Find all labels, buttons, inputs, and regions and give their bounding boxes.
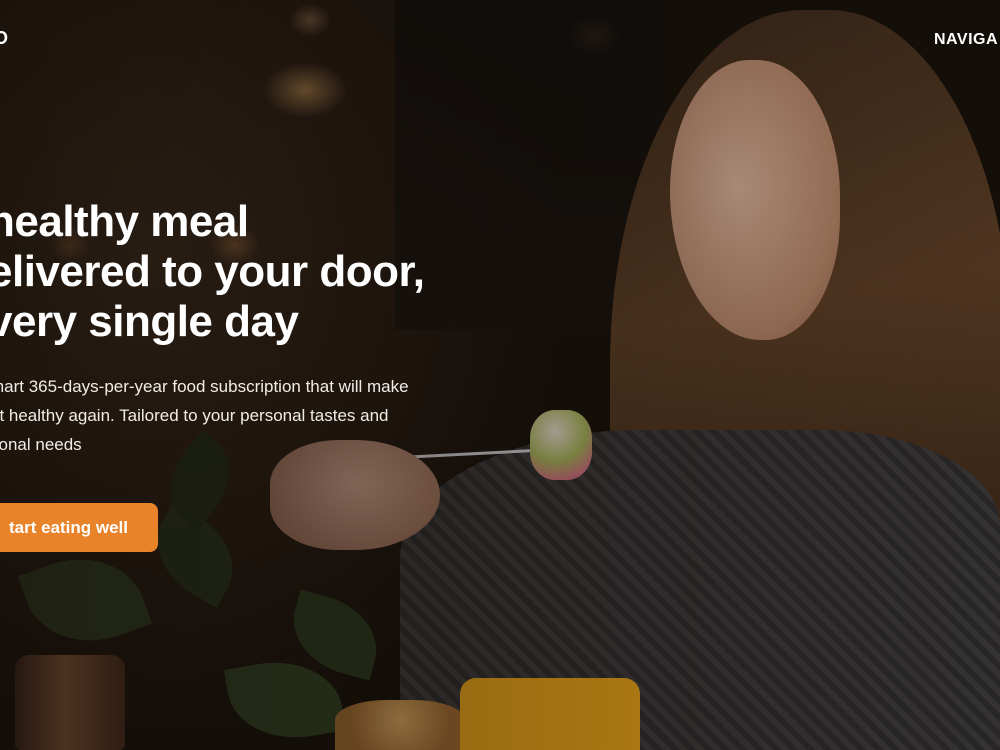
description-line: tional needs <box>0 435 82 454</box>
hero-headline: healthy meal elivered to your door, very… <box>0 197 508 347</box>
headline-line: very single day <box>0 297 299 346</box>
logo[interactable]: O <box>0 28 8 49</box>
headline-line: elivered to your door, <box>0 247 425 296</box>
navigation-link[interactable]: NAVIGA <box>934 31 998 49</box>
hero-description: mart 365-days-per-year food subscription… <box>0 372 490 459</box>
description-line: mart 365-days-per-year food subscription… <box>0 377 409 396</box>
description-line: at healthy again. Tailored to your perso… <box>0 406 389 425</box>
headline-line: healthy meal <box>0 197 249 246</box>
hero-section: O NAVIGA healthy meal elivered to your d… <box>0 0 1000 750</box>
start-eating-well-button[interactable]: tart eating well <box>0 503 158 552</box>
